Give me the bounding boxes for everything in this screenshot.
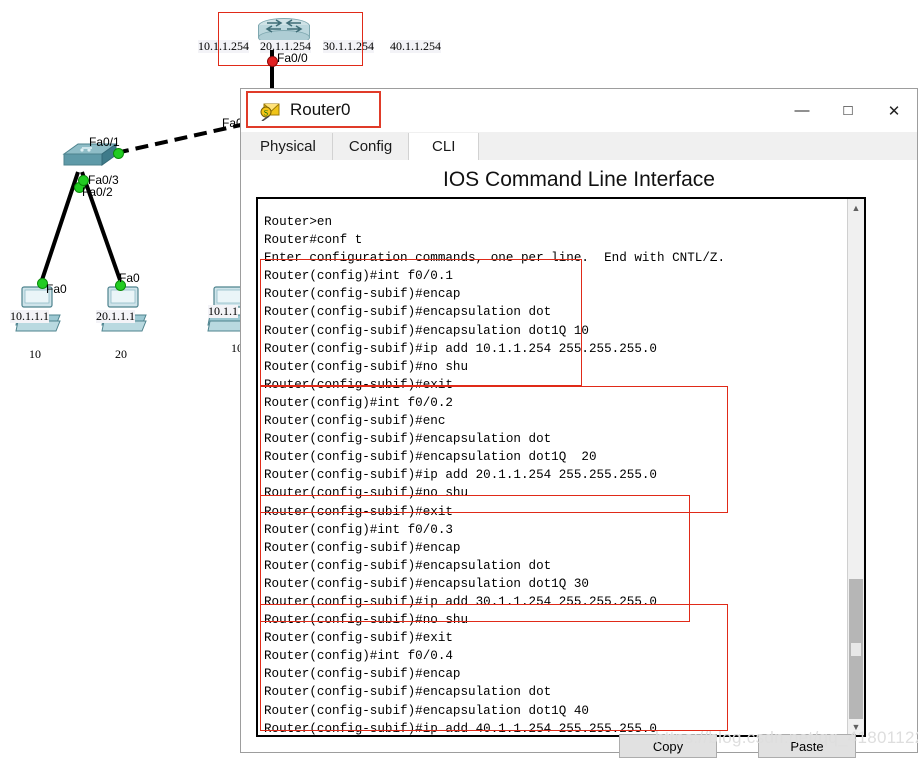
- switch-fa01-status-dot: [113, 148, 124, 159]
- router-config-icon: S: [260, 103, 280, 121]
- tab-cli[interactable]: CLI: [409, 133, 480, 160]
- switch-port-fa03-label: Fa0/3: [88, 173, 119, 187]
- minimize-button[interactable]: —: [779, 89, 825, 132]
- tab-config[interactable]: Config: [332, 133, 410, 160]
- switch-port-fa01-label: Fa0/1: [89, 135, 120, 149]
- maximize-button[interactable]: □: [825, 89, 871, 132]
- window-titlebar[interactable]: S Router0 — □ ✕: [241, 89, 917, 132]
- pc1-port-label: Fa0: [46, 282, 67, 296]
- cli-vertical-scrollbar[interactable]: ▲ ▼: [847, 199, 864, 735]
- pc1-vlan-label: 10: [29, 347, 41, 361]
- pc2-port-label: Fa0: [119, 271, 140, 285]
- scrollbar-grip: [851, 643, 861, 656]
- cli-output-text: Router>en Router#conf t Enter configurat…: [264, 215, 726, 735]
- cli-terminal-pane[interactable]: Router>en Router#conf t Enter configurat…: [256, 197, 866, 737]
- router-port-label: Fa0/0: [277, 51, 308, 65]
- tab-strip: Physical Config CLI: [241, 132, 917, 161]
- cli-output-area[interactable]: Router>en Router#conf t Enter configurat…: [258, 199, 848, 735]
- pc3-ip-label: 10.1.1: [208, 304, 238, 318]
- tab-physical[interactable]: Physical: [244, 133, 333, 160]
- window-title-highlight-box: S Router0: [246, 91, 381, 128]
- router-address-vlan40: 40.1.1.254: [390, 39, 441, 53]
- pc2-vlan-label: 20: [115, 347, 127, 361]
- window-controls: — □ ✕: [779, 89, 917, 132]
- pc2-ip-label: 20.1.1.1: [96, 309, 135, 323]
- cli-header: IOS Command Line Interface: [241, 161, 917, 199]
- pc1-ip-label: 10.1.1.1: [10, 309, 49, 323]
- cli-header-title: IOS Command Line Interface: [443, 168, 715, 191]
- watermark-text: https://blog.csdn.net/qq_41801122: [655, 728, 918, 747]
- scroll-up-arrow-icon[interactable]: ▲: [848, 199, 864, 216]
- router0-window[interactable]: S Router0 — □ ✕ Physical Config CLI IOS …: [240, 88, 918, 758]
- close-button[interactable]: ✕: [871, 89, 917, 132]
- window-title: Router0: [290, 100, 351, 119]
